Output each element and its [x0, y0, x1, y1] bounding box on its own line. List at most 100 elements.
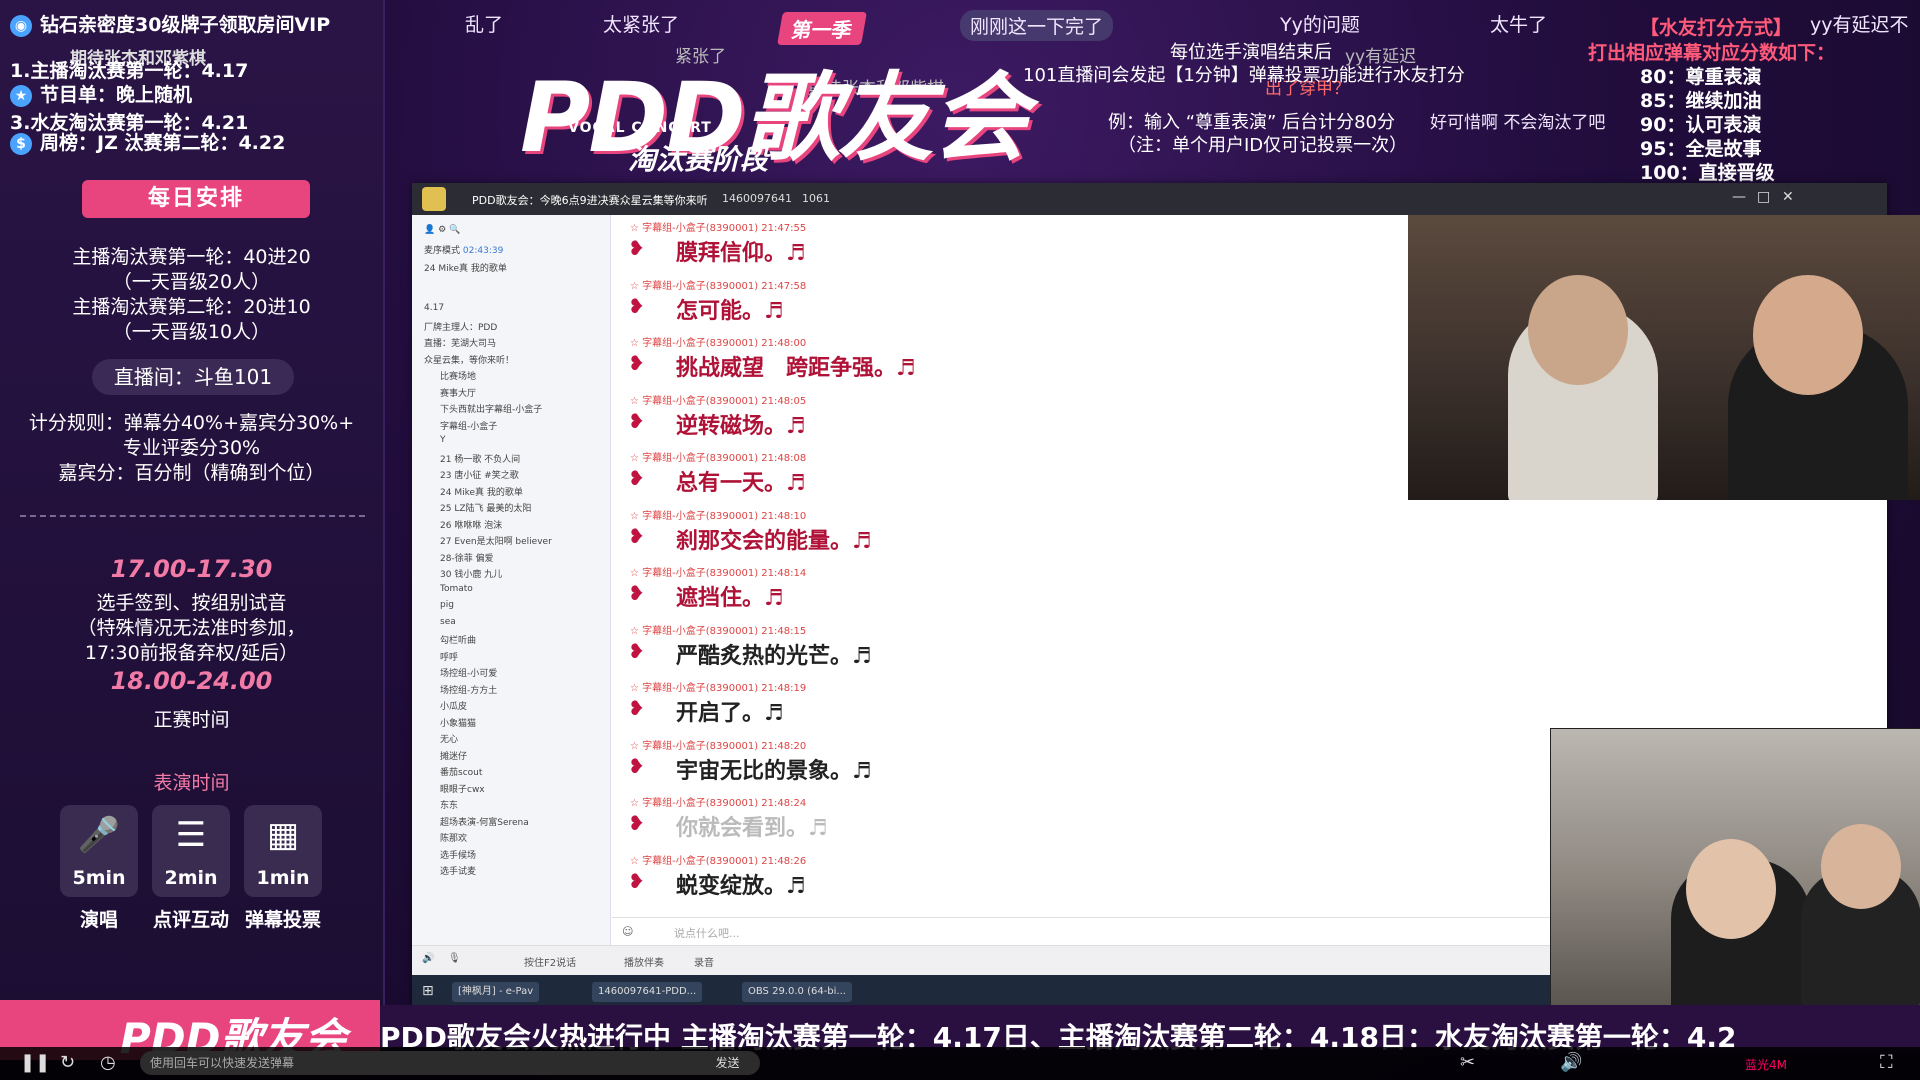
bubble-icon: ❥ [628, 753, 645, 778]
tree-item[interactable]: 厂牌主理人：PDD [424, 320, 497, 333]
tree-item[interactable]: 无心 [440, 732, 458, 745]
score-item: 85：继续加油 [1640, 90, 1762, 112]
bubble-icon: ❥ [628, 351, 645, 375]
push-to-talk[interactable]: 按住F2说话 [524, 954, 576, 969]
dollar-icon: $ [10, 132, 32, 155]
divider [20, 515, 365, 517]
tree-item[interactable]: 25 LZ陆飞 最美的太阳 [440, 501, 531, 514]
tree-item[interactable]: 28-徐菲 偏爱 [440, 551, 494, 564]
star-icon: ★ [10, 84, 32, 107]
time2-label: 正赛时间 [153, 709, 230, 731]
tree-item[interactable]: pig [440, 600, 454, 610]
speaker-icon[interactable]: 🔊 [422, 953, 434, 964]
quality-selector[interactable]: 蓝光4M [1745, 1056, 1787, 1073]
tree-mode-text: 麦序模式 [424, 246, 461, 256]
volume-icon[interactable]: 🔊 [1560, 1052, 1582, 1073]
schedule-line-1: 主播淘汰赛第一轮：40进20 [72, 246, 311, 268]
close-icon[interactable]: ✕ [1782, 189, 1794, 205]
danmu-msg: 太牛了 [1490, 14, 1548, 36]
tree-item[interactable]: 直播：芜湖大司马 [424, 336, 496, 349]
message-text: 膜拜信仰。♬ [676, 241, 806, 266]
message-sender: ☆ 字幕组-小盒子(8390001) 21:48:08 [630, 453, 807, 464]
tree-item[interactable]: 陈那欢 [440, 831, 467, 844]
taskbar-item[interactable]: OBS 29.0.0 (64-bi... [742, 982, 852, 1002]
composer-input[interactable]: 说点什么吧... [674, 925, 740, 941]
tree-item[interactable]: Y [440, 435, 446, 445]
danmu-msg: Yy的问题 [1280, 14, 1360, 36]
tree-item[interactable]: sea [440, 617, 456, 627]
maximize-icon[interactable]: □ [1757, 189, 1770, 205]
refresh-icon[interactable]: ↻ [60, 1052, 75, 1073]
message-text: 逆转磁场。♬ [676, 413, 806, 439]
tree-item[interactable]: 24 Mike真 我的歌单 [440, 485, 523, 498]
score-item: 90：认可表演 [1640, 114, 1762, 136]
message-sender: ☆ 字幕组-小盒子(8390001) 21:48:15 [630, 625, 807, 637]
tree-item[interactable]: 场控组-小可爱 [440, 666, 497, 679]
tree-item[interactable]: 勾栏听曲 [440, 633, 476, 646]
message-text: 宇宙无比的景象。♬ [676, 758, 872, 784]
taskbar-item[interactable]: 1460097641-PDD... [592, 982, 703, 1002]
send-danmu-button[interactable]: 发送 [705, 1051, 750, 1075]
tree-item[interactable]: 选手试麦 [440, 864, 476, 877]
record-button[interactable]: 录音 [694, 954, 714, 969]
taskbar-item[interactable]: [神枫月] - e-Pav [452, 982, 540, 1002]
rule-line-4: （注：单个用户ID仅可记投票一次） [1118, 135, 1408, 156]
tree-item[interactable]: 30 钱小鹿 九儿 [440, 567, 502, 580]
host-face [1528, 275, 1628, 385]
tree-toolbar: 👤 ⚙ 🔍 [424, 225, 461, 235]
message-text: 挑战威望 跨距争强。♬ [676, 356, 916, 381]
danmu-toggle-icon[interactable]: ✂ [1460, 1052, 1475, 1073]
tree-item[interactable]: 下头西就出字幕组-小盒子 [440, 402, 542, 415]
tree-item[interactable]: 23 唐小征 #笑之歌 [440, 468, 519, 481]
danmu-input[interactable]: 使用回车可以快速发送弹幕 [140, 1051, 760, 1075]
window-titlebar: PDD歌友会：今晚6点9进决赛众星云集等你来听 1460097641 1061 … [412, 183, 1887, 215]
schedule-line-4: （一天晋级10人） [112, 321, 271, 343]
tree-item[interactable]: 字幕组-小盒子 [440, 419, 497, 432]
tree-item[interactable]: 26 咻咻咻 泡沫 [440, 518, 502, 531]
tree-item[interactable]: 选手候场 [440, 848, 476, 861]
bubble-icon: ❥ [628, 696, 645, 720]
info-row-2-text: 节目单：晚上随机 [40, 84, 193, 106]
time-slot-2: 18.00-24.00 [110, 667, 273, 695]
message-sender: ☆ 字幕组-小盒子(8390001) 21:48:20 [630, 740, 807, 752]
windows-start-icon[interactable]: ⊞ [422, 983, 434, 999]
tree-item[interactable]: 眼眼子cwx [440, 782, 485, 795]
tree-item[interactable]: 超场表演-何富Serena [440, 815, 529, 828]
tree-item[interactable]: 小瓜皮 [440, 699, 467, 712]
tree-item[interactable]: 4.17 [424, 303, 444, 313]
message-text: 遮挡住。♬ [676, 586, 784, 611]
minimize-icon[interactable]: — [1732, 189, 1746, 205]
perf-label: 弹幕投票 [244, 909, 321, 931]
message-sender: ☆ 字幕组-小盒子(8390001) 21:48:14 [630, 568, 807, 579]
perf-box-vote: ▦ 1min [244, 805, 322, 897]
clock-icon[interactable]: ◷ [100, 1052, 116, 1073]
emoji-icon[interactable]: ☺ [622, 925, 633, 938]
tree-item[interactable]: 众星云集，等你来听！ [424, 353, 514, 366]
tree-item[interactable]: 呼呼 [440, 650, 458, 663]
viewer-count: 1061 [802, 192, 830, 205]
tree-item[interactable]: 小象猫猫 [440, 716, 476, 729]
tree-item[interactable]: 比赛场地 [440, 369, 476, 382]
tree-item[interactable]: 27 Even是太阳啊 believer [440, 534, 552, 547]
tree-item[interactable]: 赛事大厅 [440, 386, 476, 399]
tree-item[interactable]: 场控组-方方土 [440, 683, 497, 696]
tree-item[interactable]: 东东 [440, 798, 458, 811]
mic-toggle-icon[interactable]: 🎙 [448, 953, 461, 964]
play-accompaniment[interactable]: 播放伴奏 [624, 954, 664, 969]
performance-title: 表演时间 [153, 772, 230, 794]
message-text: 总有一天。♬ [676, 471, 806, 496]
score-item: 95：全是故事 [1640, 138, 1762, 160]
tree-top-user[interactable]: 24 Mike真 我的歌单 [424, 261, 507, 274]
fullscreen-icon[interactable]: ⛶ [1880, 1052, 1893, 1073]
message-text: 怎可能。♬ [676, 298, 784, 324]
perf-duration: 2min [164, 867, 218, 889]
pause-icon[interactable]: ❚❚ [20, 1052, 50, 1073]
tree-item[interactable]: 番茄scout [440, 765, 482, 778]
message-composer[interactable]: ☺ 说点什么吧... [612, 917, 1687, 946]
tree-item[interactable]: 摊迷仔 [440, 749, 467, 762]
tree-item[interactable]: Tomato [440, 584, 473, 594]
bubble-icon: ❥ [628, 466, 645, 490]
message-text: 蜕变绽放。♬ [676, 873, 806, 899]
tree-item[interactable]: 21 杨一歌 不负人间 [440, 452, 520, 465]
score-item: 80：尊重表演 [1640, 66, 1762, 88]
